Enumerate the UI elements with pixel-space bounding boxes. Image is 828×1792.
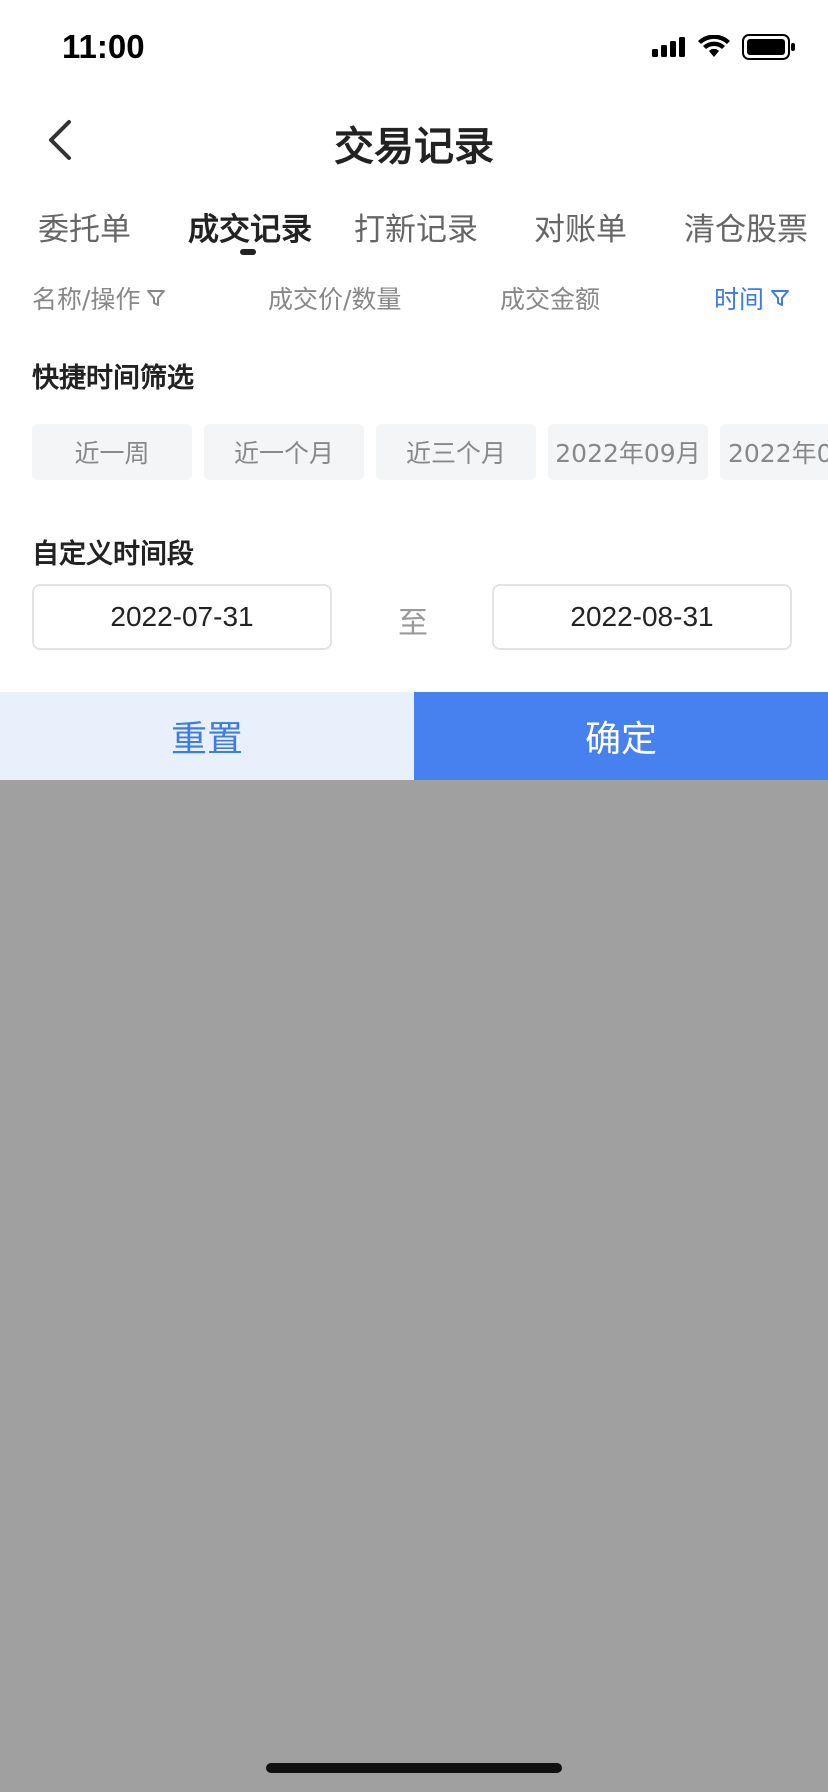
wifi-icon	[698, 35, 730, 57]
signal-icon	[652, 37, 685, 57]
chip-last-week[interactable]: 近一周	[32, 424, 192, 480]
action-buttons: 重置 确定	[0, 692, 828, 780]
column-label: 时间	[714, 285, 765, 314]
reset-button[interactable]: 重置	[0, 692, 414, 780]
quick-filter-title: 快捷时间筛选	[32, 363, 194, 394]
column-label: 成交金额	[500, 285, 601, 314]
quick-filter-chips: 近一周 近一个月 近三个月 2022年09月 2022年08月	[32, 424, 828, 480]
status-bar: 11:00	[0, 0, 828, 96]
status-time: 11:00	[62, 28, 145, 65]
filter-icon	[771, 290, 790, 306]
tab-entrust[interactable]: 委托单	[38, 204, 131, 249]
battery-icon	[742, 34, 795, 60]
confirm-button[interactable]: 确定	[414, 692, 828, 780]
dim-overlay[interactable]	[0, 780, 828, 1792]
nav-bar: 交易记录	[0, 96, 828, 184]
page-title: 交易记录	[334, 124, 494, 170]
column-price-qty[interactable]: 成交价/数量	[268, 280, 401, 316]
chip-2022-08[interactable]: 2022年08月	[720, 424, 828, 480]
column-label: 名称/操作	[32, 285, 141, 314]
tab-deals[interactable]: 成交记录	[188, 204, 312, 249]
filter-icon	[147, 290, 166, 306]
column-name-action[interactable]: 名称/操作	[32, 280, 166, 316]
tab-active-indicator	[240, 249, 256, 255]
range-separator: 至	[398, 606, 428, 641]
status-icons	[652, 34, 796, 60]
custom-range-title: 自定义时间段	[32, 539, 194, 570]
end-date-field[interactable]: 2022-08-31	[492, 584, 792, 650]
tab-statement[interactable]: 对账单	[534, 204, 627, 249]
column-headers: 名称/操作 成交价/数量 成交金额 时间	[0, 270, 828, 324]
column-amount[interactable]: 成交金额	[500, 280, 600, 316]
chip-last-month[interactable]: 近一个月	[204, 424, 364, 480]
column-time[interactable]: 时间	[714, 280, 790, 316]
chip-last-three-months[interactable]: 近三个月	[376, 424, 536, 480]
tab-ipo[interactable]: 打新记录	[354, 204, 478, 249]
column-label: 成交价/数量	[268, 285, 402, 314]
tab-bar: 委托单 成交记录 打新记录 对账单 清仓股票	[0, 196, 828, 266]
chip-2022-09[interactable]: 2022年09月	[548, 424, 708, 480]
home-indicator	[266, 1763, 562, 1773]
tab-cleared-stocks[interactable]: 清仓股票	[684, 204, 808, 249]
start-date-field[interactable]: 2022-07-31	[32, 584, 332, 650]
